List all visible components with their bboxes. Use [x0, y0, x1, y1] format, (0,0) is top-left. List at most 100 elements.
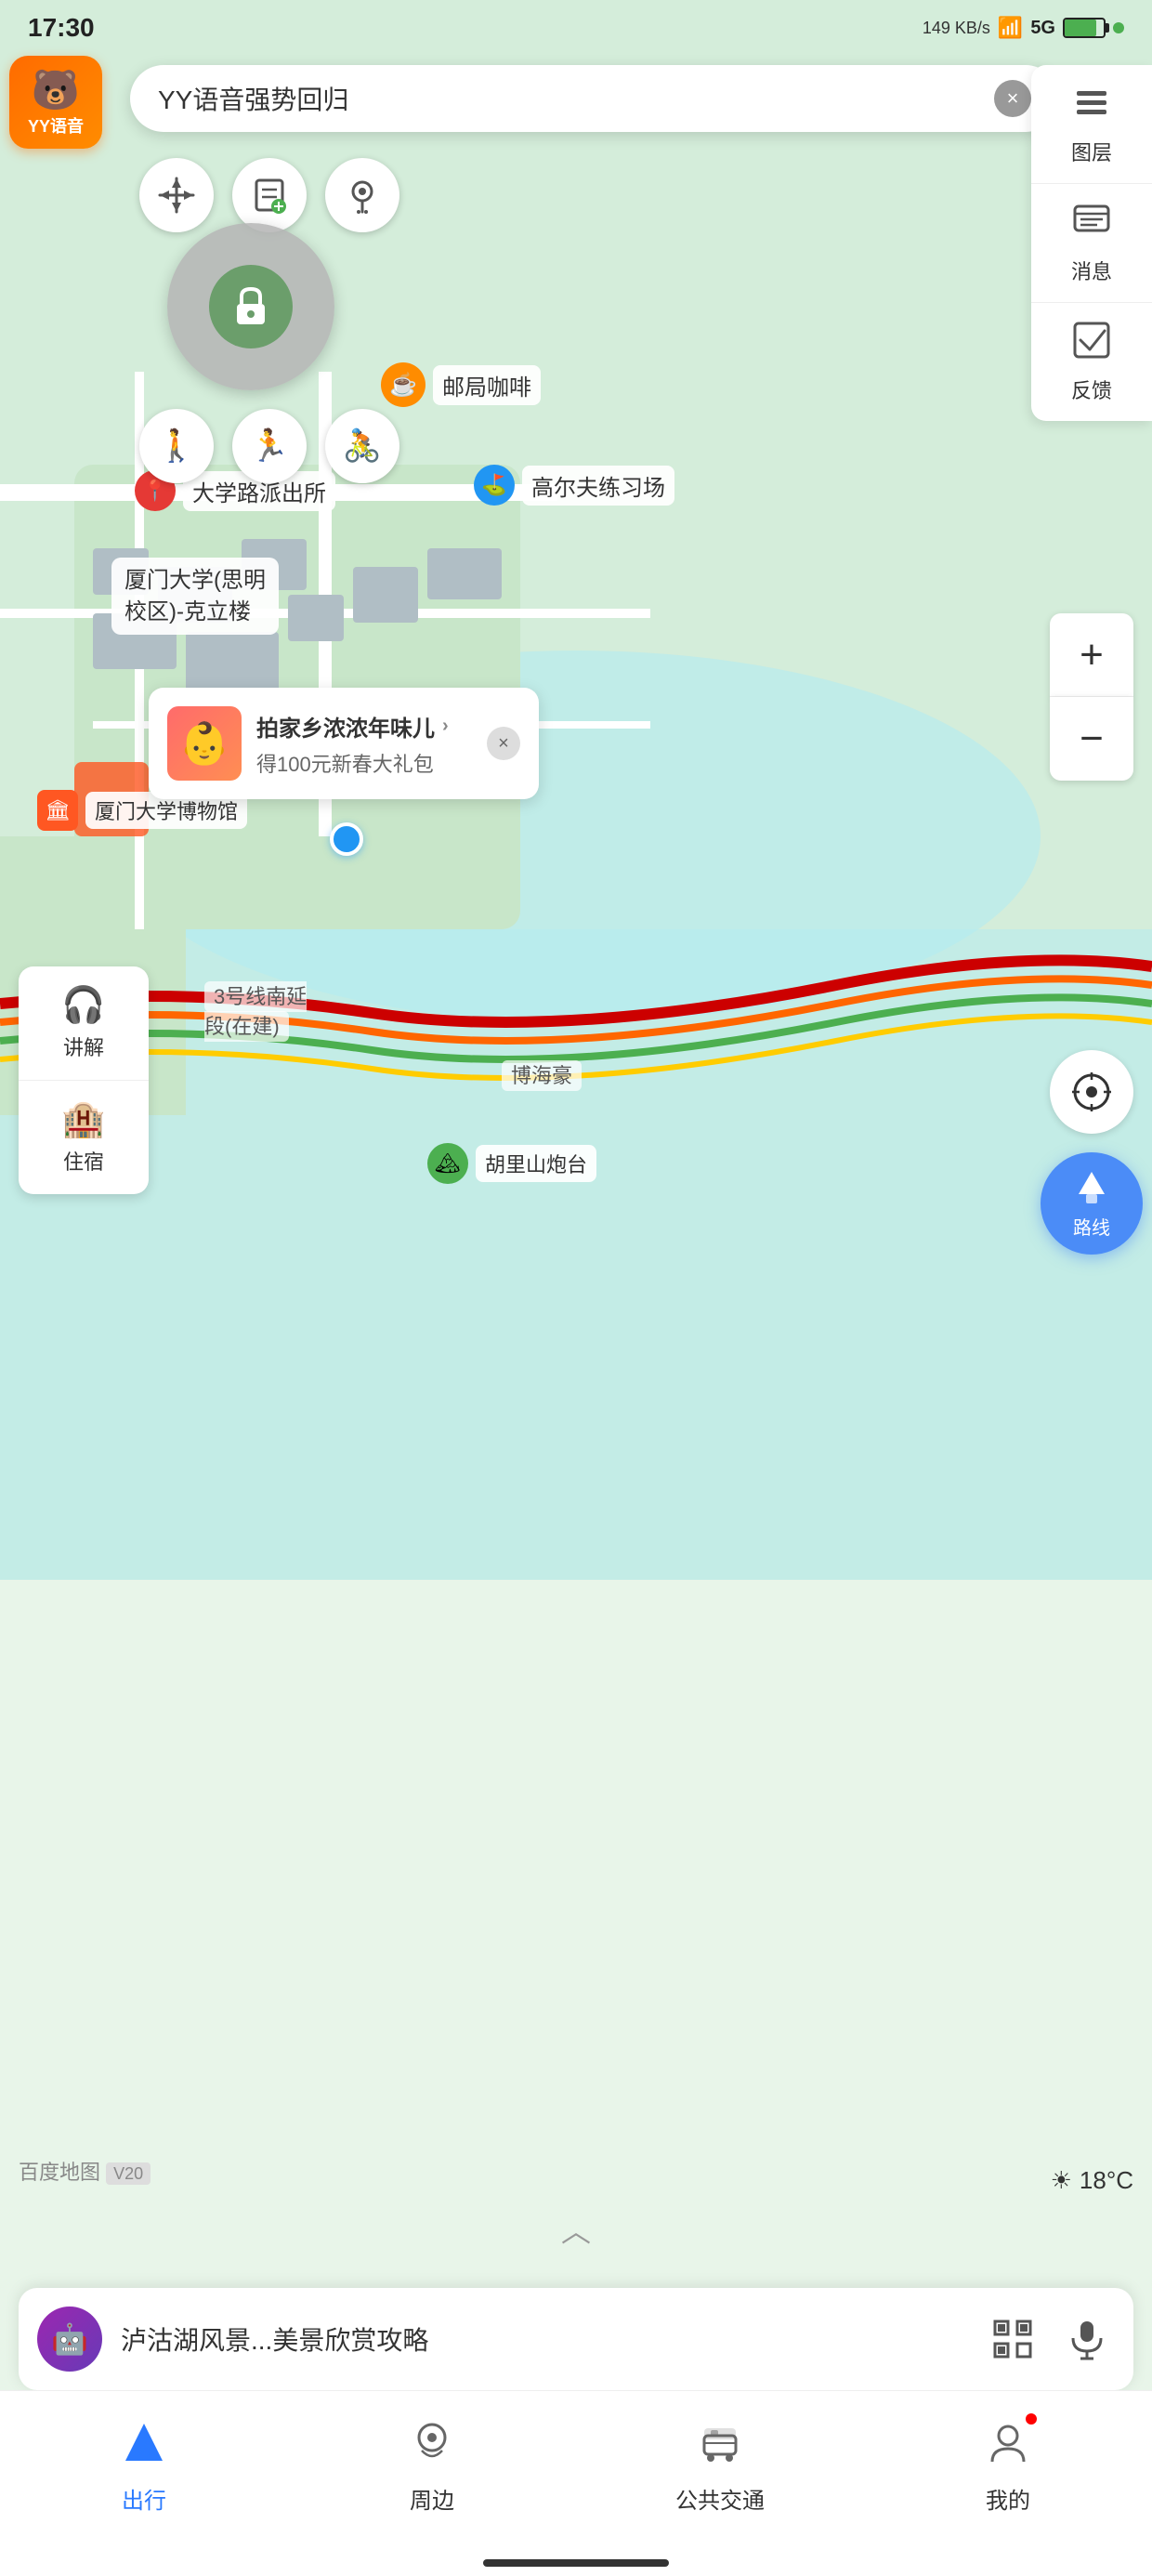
zoom-controls: + −	[1050, 613, 1133, 781]
battery-indicator	[1063, 18, 1106, 38]
mine-label: 我的	[986, 2482, 1030, 2515]
museum-icon: 🏛	[37, 790, 78, 831]
close-icon: ×	[498, 733, 509, 755]
battery-fill	[1065, 20, 1096, 36]
promo-title: 拍家乡浓浓年味儿 ›	[256, 710, 472, 743]
scan-button[interactable]	[985, 2311, 1041, 2367]
promo-card[interactable]: 👶 拍家乡浓浓年味儿 › 得100元新春大礼包 ×	[149, 688, 539, 799]
nearby-icon	[399, 2410, 465, 2475]
yy-logo-bear: 🐻	[32, 68, 80, 113]
ai-emoji: 🤖	[51, 2321, 88, 2357]
zoom-out-button[interactable]: −	[1050, 697, 1133, 781]
microphone-icon	[1066, 2318, 1108, 2360]
xiamen-uni-poi[interactable]: 厦门大学(思明校区)-克立楼	[111, 558, 279, 635]
weather-icon: ☀	[1051, 2166, 1072, 2195]
lock-icon	[209, 265, 293, 348]
status-icons: 149 KB/s 📶 5G	[923, 16, 1124, 40]
nav-nearby[interactable]: 周边	[288, 2410, 576, 2515]
map-watermark: 百度地图 V20	[19, 2156, 151, 2186]
map-version: V20	[106, 2162, 151, 2185]
move-control-button[interactable]	[139, 158, 214, 232]
nearby-label: 周边	[410, 2482, 454, 2515]
nav-mine[interactable]: 我的	[864, 2410, 1152, 2515]
huli-icon: 🏔	[427, 1143, 468, 1184]
temperature-text: 18°C	[1080, 2166, 1133, 2195]
left-panel: 🎧 讲解 🏨 住宿	[19, 966, 149, 1194]
nav-transit[interactable]: 公共交通	[576, 2410, 864, 2515]
layers-button[interactable]: 图层	[1031, 65, 1152, 184]
promo-close-button[interactable]: ×	[487, 727, 520, 760]
walk-icon: 🚶	[157, 427, 196, 465]
travel-label: 出行	[122, 2482, 166, 2515]
xiamen-uni-label: 厦门大学(思明校区)-克立楼	[111, 558, 279, 635]
status-time: 17:30	[28, 13, 95, 43]
run-button[interactable]: 🏃	[232, 409, 307, 483]
hotel-button[interactable]: 🏨 住宿	[19, 1081, 149, 1194]
ai-avatar: 🤖	[37, 2307, 102, 2372]
current-location-dot	[330, 822, 363, 856]
bottom-search-text[interactable]: 泸沽湖风景...美景欣赏攻略	[121, 2320, 966, 2358]
hotel-label: 住宿	[63, 1146, 104, 1176]
speed-indicator: 149 KB/s	[923, 19, 990, 38]
zoom-in-icon: +	[1080, 632, 1104, 678]
promo-title-text: 拍家乡浓浓年味儿	[256, 710, 435, 743]
boh-label: 博海豪	[502, 1059, 582, 1089]
transport-mode-row: 🚶 🏃 🚴	[139, 409, 399, 483]
network-type: 5G	[1030, 18, 1055, 39]
yy-logo-label: YY语音	[28, 113, 84, 138]
mine-icon	[975, 2410, 1041, 2475]
layers-icon	[1071, 82, 1112, 131]
feedback-icon	[1071, 320, 1112, 369]
notification-badge	[1024, 2412, 1039, 2426]
metro-text: 3号线南延段(在建)	[204, 981, 307, 1042]
metro-label: 3号线南延段(在建)	[204, 980, 307, 1040]
transit-label: 公共交通	[675, 2482, 765, 2515]
status-bar: 17:30 149 KB/s 📶 5G	[0, 0, 1152, 56]
search-clear-button[interactable]: ×	[994, 80, 1031, 117]
lock-button[interactable]	[167, 223, 334, 390]
mic-button[interactable]	[1059, 2311, 1115, 2367]
home-indicator	[483, 2559, 669, 2567]
feedback-label: 反馈	[1071, 375, 1112, 404]
map-controls-row	[139, 158, 399, 232]
chevron-up-icon: ︿	[561, 2215, 591, 2248]
zoom-in-button[interactable]: +	[1050, 613, 1133, 697]
promo-emoji: 👶	[179, 719, 230, 768]
post-cafe-label: 邮局咖啡	[433, 365, 541, 405]
scan-icon	[991, 2318, 1034, 2360]
bike-button[interactable]: 🚴	[325, 409, 399, 483]
transit-icon	[687, 2410, 753, 2475]
walk-button[interactable]: 🚶	[139, 409, 214, 483]
weather-badge: ☀ 18°C	[1051, 2166, 1133, 2195]
yy-logo[interactable]: 🐻 YY语音	[9, 56, 121, 167]
clear-icon: ×	[1007, 86, 1019, 111]
route-button[interactable]: 路线	[1041, 1152, 1143, 1255]
layers-label: 图层	[1071, 137, 1112, 166]
bookmark-button[interactable]	[232, 158, 307, 232]
route-label: 路线	[1073, 1213, 1110, 1240]
search-text[interactable]: YY语音强势回归	[158, 80, 994, 117]
center-location-button[interactable]	[1050, 1050, 1133, 1134]
golf-label: 高尔夫练习场	[522, 466, 674, 506]
bottom-search-bar[interactable]: 🤖 泸沽湖风景...美景欣赏攻略	[19, 2288, 1133, 2390]
location-target-icon	[1070, 1071, 1113, 1113]
headphones-icon: 🎧	[61, 985, 105, 1026]
collapse-handle[interactable]: ︿	[561, 2208, 591, 2251]
location-pin-button[interactable]	[325, 158, 399, 232]
post-cafe-poi[interactable]: ☕ 邮局咖啡	[381, 362, 541, 407]
promo-avatar: 👶	[167, 706, 242, 781]
golf-icon: ⛳	[474, 465, 515, 506]
nav-travel[interactable]: 出行	[0, 2410, 288, 2515]
post-cafe-icon: ☕	[381, 362, 425, 407]
guide-button[interactable]: 🎧 讲解	[19, 966, 149, 1081]
messages-button[interactable]: 消息	[1031, 184, 1152, 303]
run-icon: 🏃	[250, 427, 289, 465]
feedback-button[interactable]: 反馈	[1031, 303, 1152, 421]
huli-poi[interactable]: 🏔 胡里山炮台	[427, 1143, 596, 1184]
guide-label: 讲解	[63, 1032, 104, 1061]
huli-label: 胡里山炮台	[476, 1145, 596, 1182]
search-bar[interactable]: YY语音强势回归 ×	[130, 65, 1059, 132]
boh-text: 博海豪	[502, 1060, 582, 1091]
right-panel: 图层 消息 反馈	[1031, 65, 1152, 421]
golf-poi[interactable]: ⛳ 高尔夫练习场	[474, 465, 674, 506]
